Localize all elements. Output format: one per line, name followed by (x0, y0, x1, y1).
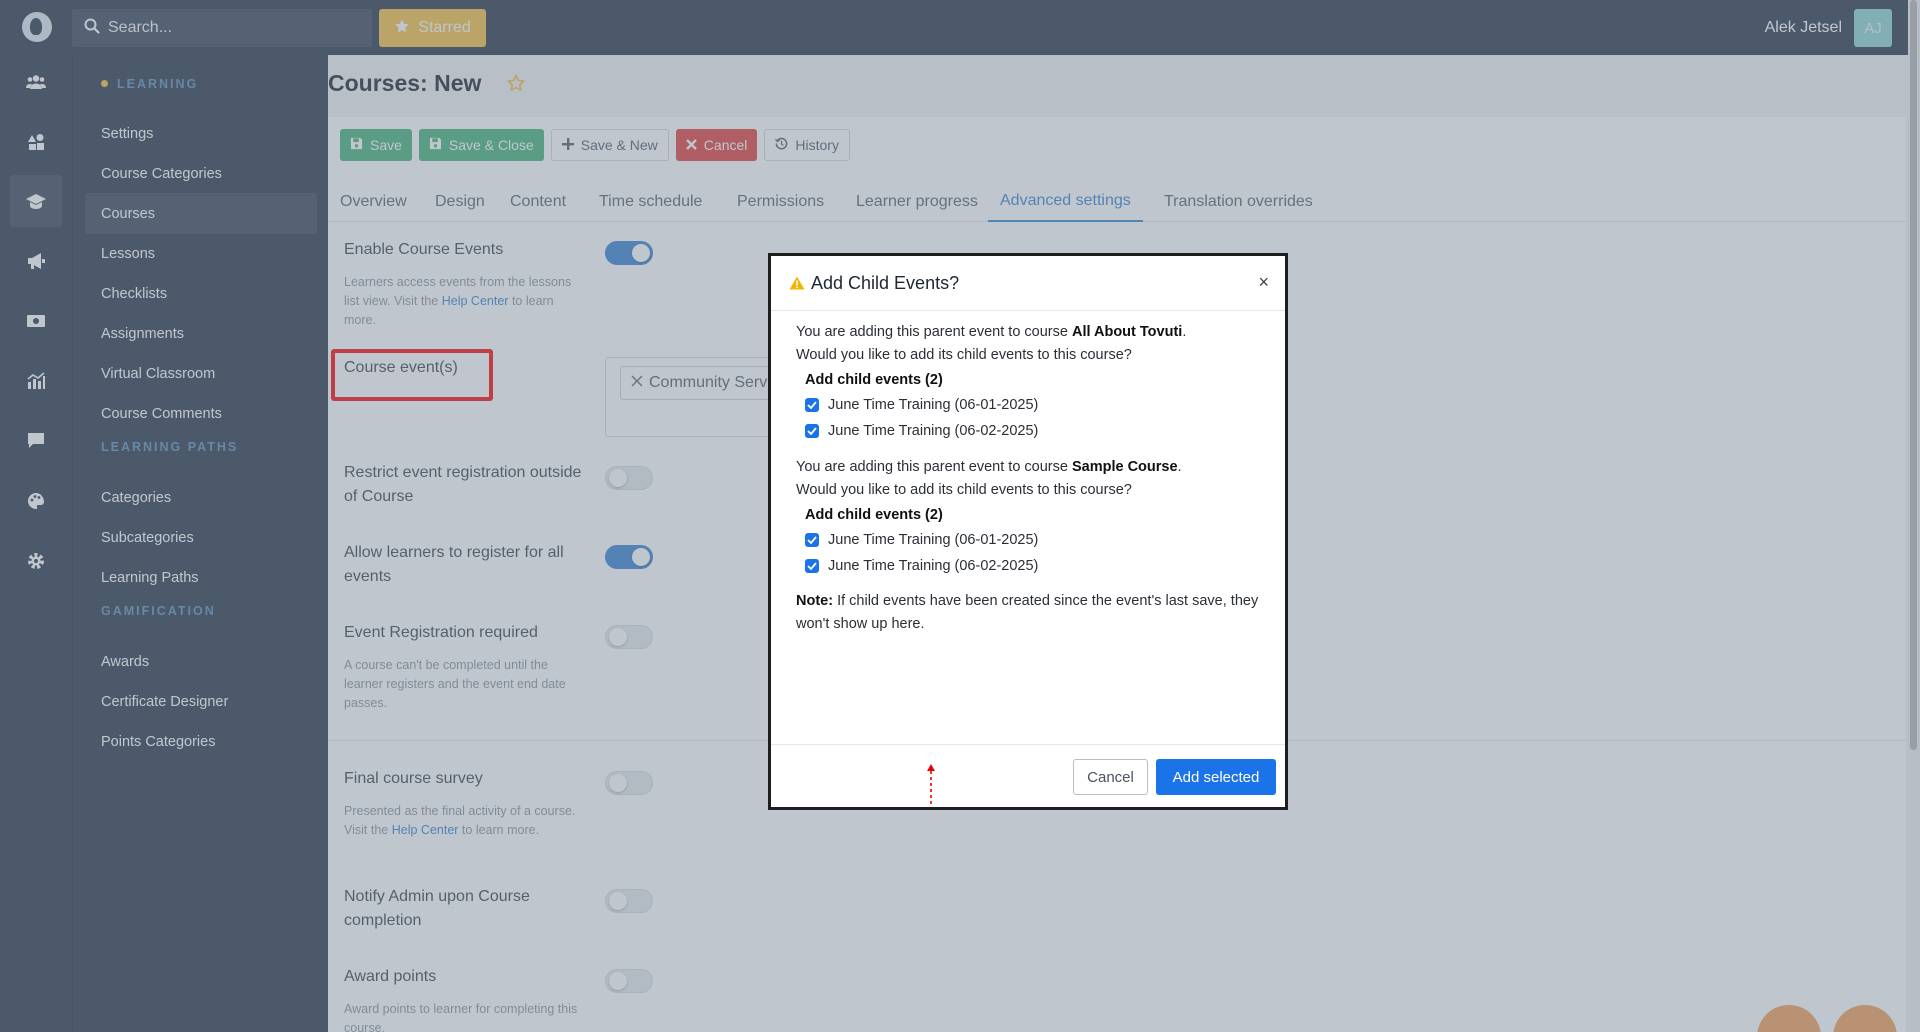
add-child-events-modal: Add Child Events? × You are adding this … (768, 253, 1288, 810)
child-event-label: June Time Training (06-02-2025) (828, 423, 1039, 439)
checkbox-checked-icon[interactable] (805, 398, 819, 412)
pointer-arrow-icon (927, 764, 935, 805)
checkbox-checked-icon[interactable] (805, 533, 819, 547)
course-name: All About Tovuti (1071, 324, 1183, 340)
child-event-checkbox[interactable]: June Time Training (06-01-2025) (805, 532, 1038, 548)
child-event-checkbox[interactable]: June Time Training (06-01-2025) (805, 397, 1038, 413)
checkbox-checked-icon[interactable] (805, 559, 819, 573)
close-icon[interactable]: × (1258, 272, 1269, 293)
block-2-group-label: Add child events (2) (805, 507, 943, 523)
child-event-label: June Time Training (06-01-2025) (828, 397, 1039, 413)
block-1-intro: You are adding this parent event to cour… (796, 324, 1187, 363)
child-event-label: June Time Training (06-01-2025) (828, 532, 1039, 548)
modal-cancel-button[interactable]: Cancel (1073, 759, 1148, 795)
block-1-group-label: Add child events (2) (805, 372, 943, 388)
child-event-checkbox[interactable]: June Time Training (06-02-2025) (805, 558, 1038, 574)
child-event-label: June Time Training (06-02-2025) (828, 558, 1039, 574)
warning-icon (789, 276, 805, 295)
modal-header: Add Child Events? × (771, 256, 1285, 311)
checkbox-checked-icon[interactable] (805, 424, 819, 438)
child-event-checkbox[interactable]: June Time Training (06-02-2025) (805, 423, 1038, 439)
add-selected-button[interactable]: Add selected (1156, 759, 1276, 795)
modal-title: Add Child Events? (811, 273, 960, 293)
modal-note: Note: If child events have been created … (796, 593, 1259, 632)
course-name: Sample Course (1071, 459, 1178, 475)
block-2-intro: You are adding this parent event to cour… (796, 459, 1182, 498)
